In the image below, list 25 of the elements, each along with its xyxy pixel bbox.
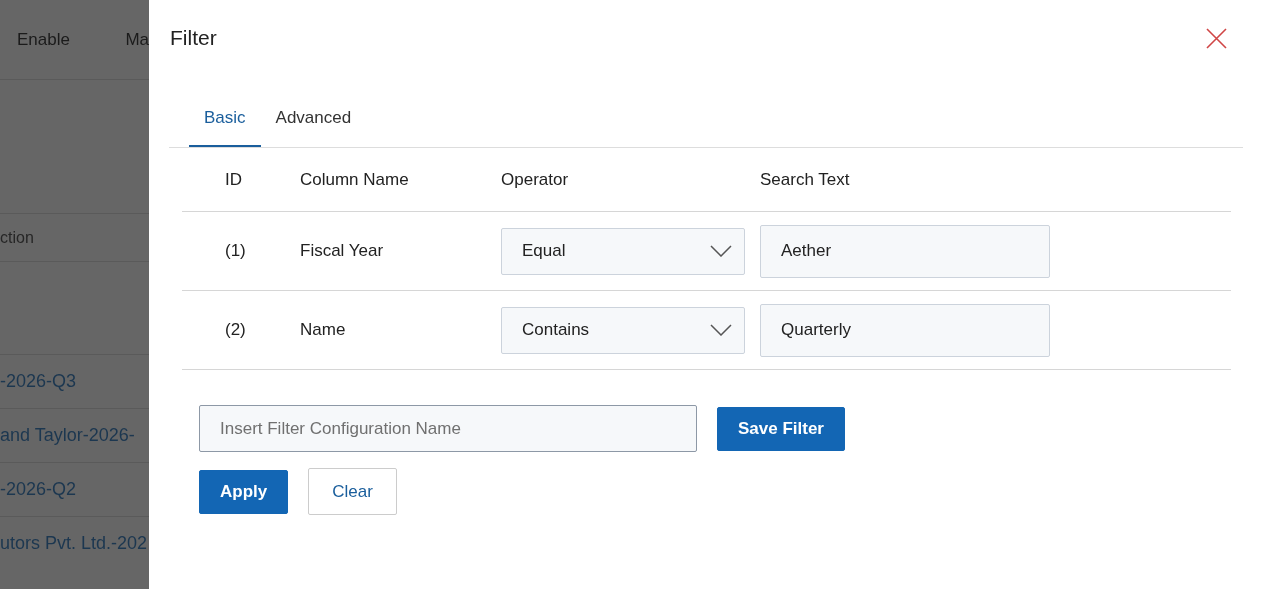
column-header: Operator — [501, 169, 570, 190]
operator-dropdown[interactable]: Equal — [501, 227, 745, 275]
column-header[interactable]: Ma — [125, 29, 149, 50]
column-header: Column Name — [300, 169, 410, 190]
chevron-down-icon — [710, 245, 732, 257]
column-header[interactable]: Enable — [17, 29, 126, 50]
tab[interactable]: Basic — [189, 100, 261, 147]
search-text-field[interactable]: Quarterly — [760, 303, 1050, 357]
search-text-field[interactable]: Aether — [760, 224, 1050, 278]
row-id: (1) — [224, 241, 247, 261]
chevron-down-icon — [710, 324, 732, 336]
column-header: Search Text — [760, 169, 851, 190]
close-icon[interactable] — [1206, 27, 1227, 49]
clear-button[interactable]: Clear — [308, 468, 397, 515]
save-filter-button[interactable]: Save Filter — [717, 406, 845, 451]
config-name-field[interactable]: Insert Filter Configuration Name — [199, 405, 697, 452]
apply-button[interactable]: Apply — [199, 469, 289, 514]
operator-dropdown[interactable]: Contains — [501, 306, 745, 354]
column-name: Fiscal Year — [300, 241, 385, 261]
column-header: ction — [0, 228, 34, 247]
dialog-title: Filter — [170, 26, 217, 50]
column-name: Name — [300, 320, 347, 340]
row-id: (2) — [224, 320, 247, 340]
column-header: ID — [224, 169, 243, 190]
tab[interactable]: Advanced — [260, 100, 367, 147]
